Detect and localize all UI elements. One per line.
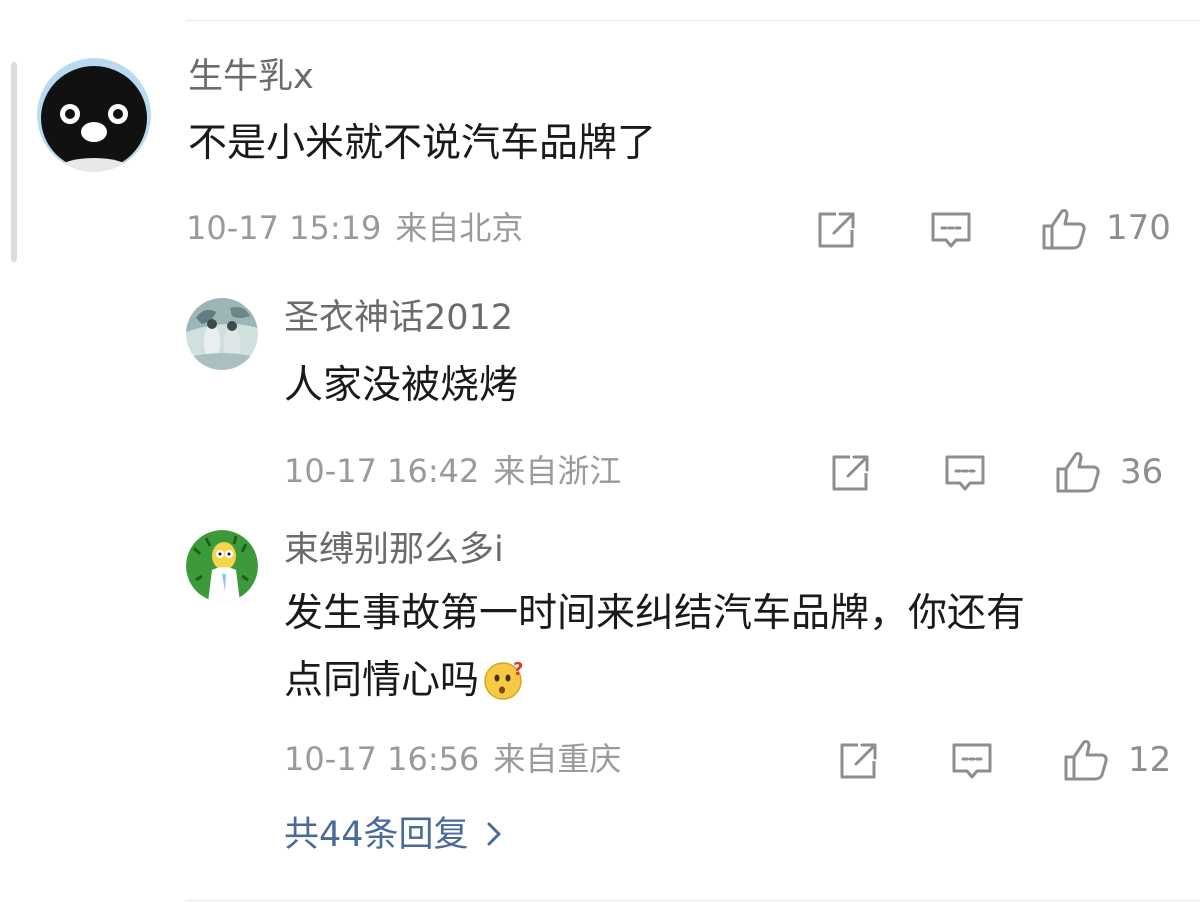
share-icon[interactable] [816,210,858,250]
bottom-divider [186,900,1200,901]
share-icon[interactable] [838,741,880,781]
comment-meta: 10-17 15:19 来自北京 [186,212,523,244]
like-count: 170 [1106,208,1171,248]
avatar[interactable] [186,298,258,370]
avatar[interactable] [186,530,258,602]
like-count: 12 [1128,740,1172,780]
top-divider [186,20,1200,21]
comment-location: 来自重庆 [493,740,622,778]
comment-date: 10-17 15:19 [186,209,382,247]
username[interactable]: 束缚别那么多i [284,533,504,568]
chevron-right-icon [487,822,501,846]
more-replies-label: 共44条回复 [284,815,469,855]
comment-icon[interactable] [943,453,987,495]
scrollbar[interactable] [11,62,17,262]
comment-text: 点同情心吗 [284,658,480,703]
avatar[interactable] [37,58,151,172]
share-icon[interactable] [830,453,872,493]
penguin-avatar-icon [37,58,151,172]
comment-icon[interactable] [950,741,994,783]
comment-meta: 10-17 16:42 来自浙江 [284,455,621,487]
painting-avatar-icon [186,298,258,370]
username[interactable]: 生牛乳x [188,60,314,95]
like-icon[interactable] [1054,449,1102,495]
like-icon[interactable] [1040,206,1088,252]
like-count: 36 [1120,452,1164,492]
comment-location: 来自北京 [395,209,524,247]
comment-date: 10-17 16:56 [284,740,480,778]
comment-meta: 10-17 16:56 来自重庆 [284,743,621,775]
cartoon-avatar-icon [186,530,258,602]
comment-text-line-1: 发生事故第一时间来纠结汽车品牌，你还有 [284,591,1026,636]
username[interactable]: 圣衣神话2012 [284,301,513,336]
comment-icon[interactable] [929,210,973,252]
more-replies-link[interactable]: 共44条回复 [284,818,503,853]
comment-text-line-2: 点同情心吗 ? [284,658,525,703]
comment-text: 人家没被烧烤 [284,363,519,408]
comment-text: 不是小米就不说汽车品牌了 [188,121,657,166]
comment-date: 10-17 16:42 [284,452,480,490]
like-icon[interactable] [1062,737,1110,783]
svg-text:?: ? [513,659,523,680]
comment-location: 来自浙江 [493,452,622,490]
thinking-question-emoji-icon: ? [484,659,523,700]
